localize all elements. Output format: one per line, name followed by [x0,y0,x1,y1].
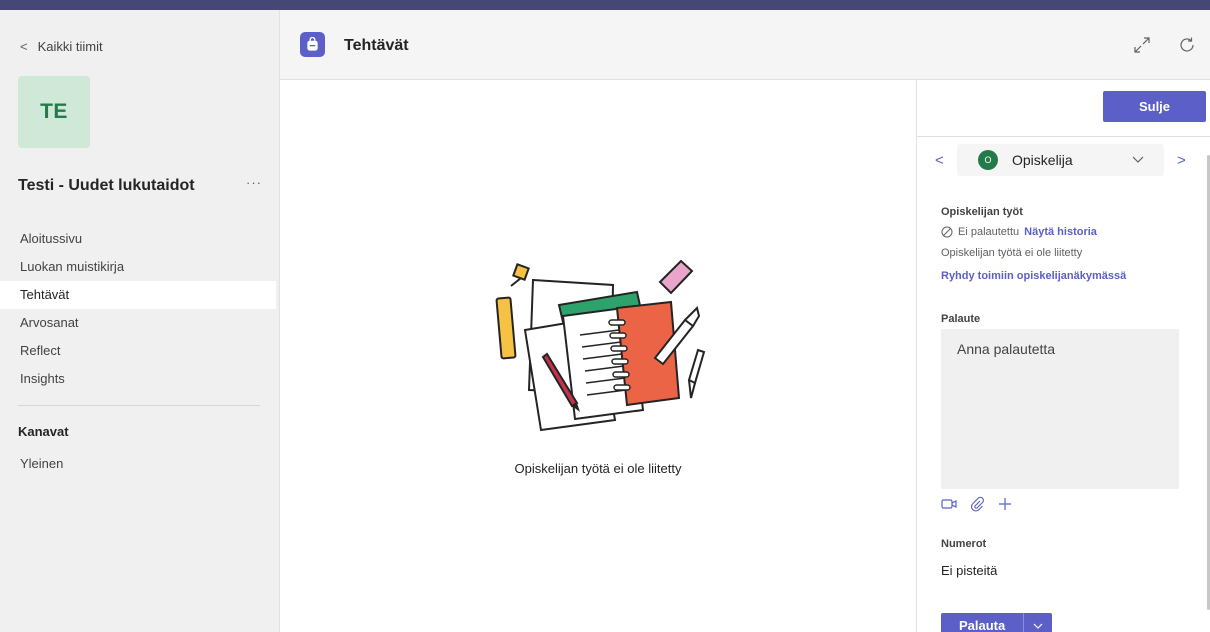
points-value[interactable]: Ei pisteitä [941,563,997,578]
sidebar-item-insights[interactable]: Insights [0,365,276,393]
team-name: Testi - Uudet lukutaidot [18,177,195,194]
student-work-viewer: Opiskelijan työtä ei ole liitetty [280,80,916,632]
notebook-stationery-illustration [485,250,725,450]
student-view-link[interactable]: Ryhdy toimiin opiskelijanäkymässä [941,270,1126,282]
team-sidebar: < Kaikki tiimit TE Testi - Uudet lukutai… [0,10,280,632]
work-status: Ei palautettu [958,226,1020,238]
feedback-label: Palaute [941,313,981,325]
sidebar-item-class-notebook[interactable]: Luokan muistikirja [0,253,276,281]
sidebar-item-assignments[interactable]: Tehtävät [0,281,276,309]
student-avatar: O [978,150,998,170]
video-icon[interactable] [941,496,957,512]
more-options-icon[interactable]: ··· [246,175,262,190]
add-icon[interactable] [997,496,1013,512]
feedback-toolbar [941,496,1013,512]
close-button[interactable]: Sulje [1103,91,1206,122]
back-label: Kaikki tiimit [37,39,103,54]
back-to-all-teams-link[interactable]: < Kaikki tiimit [20,39,103,54]
empty-state-message: Opiskelijan työtä ei ole liitetty [514,461,682,476]
show-history-link[interactable]: Näytä historia [1024,226,1097,238]
panel-divider [917,136,1210,137]
page-title: Tehtävät [344,37,409,54]
student-work-label: Opiskelijan työt [941,206,1023,218]
work-status-row: Ei palautettu Näytä historia [941,226,1097,238]
not-returned-icon [941,226,953,238]
sidebar-item-grades[interactable]: Arvosanat [0,309,276,337]
refresh-icon[interactable] [1178,36,1196,54]
expand-icon[interactable] [1133,36,1151,54]
student-selector[interactable]: O Opiskelija [957,144,1164,176]
team-avatar: TE [18,76,90,148]
next-student-icon[interactable]: > [1177,152,1186,169]
sidebar-item-home[interactable]: Aloitussivu [0,225,276,253]
return-button[interactable]: Palauta [941,613,1025,632]
student-name: Opiskelija [1012,152,1073,168]
attach-icon[interactable] [969,496,985,512]
app-header: Tehtävät [280,10,1210,80]
team-nav: Aloitussivu Luokan muistikirja Tehtävät … [0,225,276,393]
chevron-left-icon: < [20,39,28,54]
chevron-down-icon [1132,156,1144,163]
grading-panel: Sulje < O Opiskelija > Opiskelijan työt … [916,80,1210,632]
not-attached-text: Opiskelijan työtä ei ole liitetty [941,247,1083,259]
channels-heading: Kanavat [18,424,69,439]
app-top-bar [0,0,1210,10]
sidebar-divider [18,405,260,406]
sidebar-item-reflect[interactable]: Reflect [0,337,276,365]
channel-item-general[interactable]: Yleinen [20,456,63,471]
feedback-input[interactable] [941,329,1179,489]
previous-student-icon[interactable]: < [935,152,944,169]
points-label: Numerot [941,538,987,550]
return-options-chevron-icon[interactable] [1024,613,1052,632]
assignments-backpack-icon [300,32,325,57]
return-split-button: Palauta [941,613,1053,632]
